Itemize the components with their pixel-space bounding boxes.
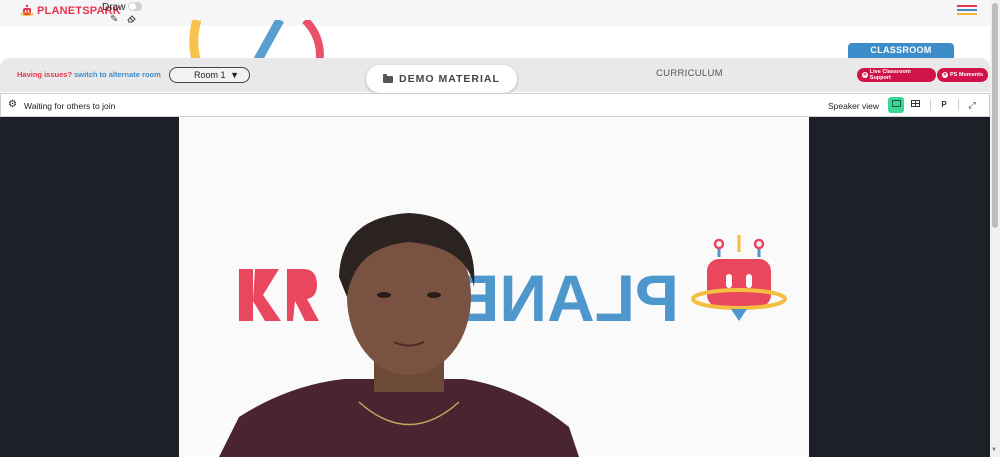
top-bar [0,0,990,26]
folder-icon [383,73,394,83]
svg-text:PLANE: PLANE [455,261,679,335]
grid-layout-icon [910,100,920,108]
room-select-value: Room 1 [194,70,226,80]
divider [930,99,931,111]
scrollbar-thumb[interactable] [992,3,998,228]
speaker-view-label: Speaker view [828,101,880,111]
draw-toggle[interactable] [128,2,142,11]
video-feed-image: PLANE [219,213,787,457]
live-support-button[interactable]: ✕ Live Classroom Support [857,68,936,82]
ps-moments-label: PS Moments [950,72,984,78]
demo-material-label: DEMO MATERIAL [399,73,500,85]
classroom-page: PLANETSPARK Draw ✎ CLASSROOM Having issu… [0,0,1000,457]
scroll-down-icon[interactable]: ▼ [991,447,997,453]
robot-logo-icon [20,4,34,16]
live-support-label: Live Classroom Support [869,69,911,81]
speaker-layout-button[interactable] [888,97,904,113]
grid-layout-button[interactable] [907,97,923,113]
chevron-down-icon: ▼ [230,70,239,80]
fullscreen-icon[interactable]: ⤢ [964,97,980,113]
issues-question: Having issues? [17,70,73,79]
pencil-icon[interactable]: ✎ [110,14,118,25]
close-circle-icon: ✕ [942,72,948,78]
issues-notice: Having issues? switch to alternate room [17,70,161,79]
room-select[interactable]: Room 1 ▼ [169,67,250,83]
alternate-room-link[interactable]: switch to alternate room [74,70,161,79]
gear-icon[interactable]: ⚙ [8,100,17,110]
curriculum-link[interactable]: CURRICULUM [656,68,723,79]
classroom-tab[interactable]: CLASSROOM [848,43,954,58]
close-circle-icon: ✕ [862,72,868,78]
ps-moments-button[interactable]: ✕ PS Moments [937,68,988,82]
draw-label: Draw [102,2,126,13]
demo-material-button[interactable]: DEMO MATERIAL [366,65,517,93]
speaker-layout-icon [891,100,901,108]
mirrored-wall-logo: PLANE [239,235,787,335]
waiting-status: Waiting for others to join [24,101,116,111]
participant-silhouette [219,213,579,457]
participant-video: PLANE [179,117,809,457]
hamburger-menu-icon[interactable] [957,5,977,17]
presenter-button[interactable]: P [936,97,952,113]
divider [958,99,959,111]
eraser-icon[interactable] [127,15,136,23]
